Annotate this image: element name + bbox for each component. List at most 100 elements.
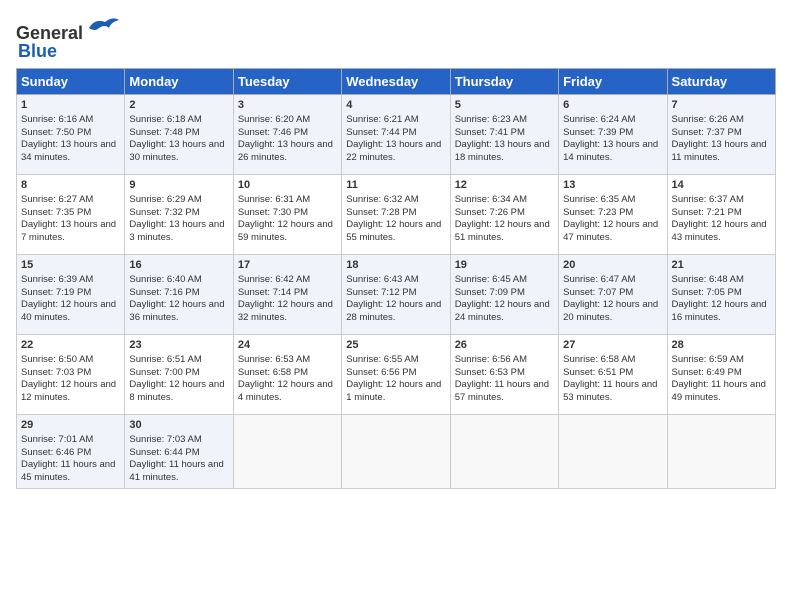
day-number: 19	[455, 258, 554, 273]
day-number: 4	[346, 98, 445, 113]
day-number: 6	[563, 98, 662, 113]
calendar-cell: 17Sunrise: 6:42 AMSunset: 7:14 PMDayligh…	[233, 255, 341, 335]
sunrise: Sunrise: 6:47 AM	[563, 274, 635, 285]
sunset: Sunset: 7:16 PM	[129, 287, 199, 298]
sunrise: Sunrise: 6:20 AM	[238, 114, 310, 125]
calendar-day-header: Wednesday	[342, 69, 450, 95]
daylight: Daylight: 12 hours and 8 minutes.	[129, 379, 224, 403]
calendar-cell	[559, 415, 667, 489]
day-number: 14	[672, 178, 771, 193]
daylight: Daylight: 12 hours and 1 minute.	[346, 379, 441, 403]
logo: General Blue	[16, 16, 121, 62]
day-number: 10	[238, 178, 337, 193]
calendar-cell: 29Sunrise: 7:01 AMSunset: 6:46 PMDayligh…	[17, 415, 125, 489]
calendar-cell: 21Sunrise: 6:48 AMSunset: 7:05 PMDayligh…	[667, 255, 775, 335]
sunset: Sunset: 6:53 PM	[455, 367, 525, 378]
daylight: Daylight: 12 hours and 12 minutes.	[21, 379, 116, 403]
calendar-cell: 2Sunrise: 6:18 AMSunset: 7:48 PMDaylight…	[125, 95, 233, 175]
calendar-cell: 18Sunrise: 6:43 AMSunset: 7:12 PMDayligh…	[342, 255, 450, 335]
calendar-day-header: Thursday	[450, 69, 558, 95]
calendar-cell: 26Sunrise: 6:56 AM Sunset: 6:53 PMDayligh…	[450, 335, 558, 415]
sunset: Sunset: 7:05 PM	[672, 287, 742, 298]
calendar-cell: 13Sunrise: 6:35 AMSunset: 7:23 PMDayligh…	[559, 175, 667, 255]
day-number: 21	[672, 258, 771, 273]
sunrise: Sunrise: 6:53 AM	[238, 354, 310, 365]
calendar-day-header: Tuesday	[233, 69, 341, 95]
sunset: Sunset: 7:41 PM	[455, 127, 525, 138]
sunrise: Sunrise: 6:26 AM	[672, 114, 744, 125]
daylight: Daylight: 12 hours and 24 minutes.	[455, 299, 550, 323]
calendar-day-header: Sunday	[17, 69, 125, 95]
calendar-cell: 3Sunrise: 6:20 AMSunset: 7:46 PMDaylight…	[233, 95, 341, 175]
day-number: 26	[455, 338, 554, 353]
sunset: Sunset: 7:48 PM	[129, 127, 199, 138]
calendar-cell: 22Sunrise: 6:50 AMSunset: 7:03 PMDayligh…	[17, 335, 125, 415]
calendar-cell: 7Sunrise: 6:26 AMSunset: 7:37 PMDaylight…	[667, 95, 775, 175]
sunset: Sunset: 6:44 PM	[129, 447, 199, 458]
calendar-cell: 12Sunrise: 6:34 AMSunset: 7:26 PMDayligh…	[450, 175, 558, 255]
day-number: 18	[346, 258, 445, 273]
calendar-cell	[667, 415, 775, 489]
daylight: Daylight: 11 hours and 53 minutes.	[563, 379, 657, 403]
day-number: 22	[21, 338, 120, 353]
daylight: Daylight: 13 hours and 14 minutes.	[563, 139, 658, 163]
sunrise: Sunrise: 6:21 AM	[346, 114, 418, 125]
calendar-cell: 10Sunrise: 6:31 AMSunset: 7:30 PMDayligh…	[233, 175, 341, 255]
daylight: Daylight: 12 hours and 20 minutes.	[563, 299, 658, 323]
daylight: Daylight: 12 hours and 55 minutes.	[346, 219, 441, 243]
calendar-cell: 23Sunrise: 6:51 AMSunset: 7:00 PMDayligh…	[125, 335, 233, 415]
sunset: Sunset: 7:37 PM	[672, 127, 742, 138]
calendar-cell: 4Sunrise: 6:21 AMSunset: 7:44 PMDaylight…	[342, 95, 450, 175]
day-number: 12	[455, 178, 554, 193]
daylight: Daylight: 12 hours and 4 minutes.	[238, 379, 333, 403]
calendar-cell: 5Sunrise: 6:23 AMSunset: 7:41 PMDaylight…	[450, 95, 558, 175]
day-number: 27	[563, 338, 662, 353]
daylight: Daylight: 13 hours and 3 minutes.	[129, 219, 224, 243]
sunrise: Sunrise: 6:51 AM	[129, 354, 201, 365]
sunset: Sunset: 6:51 PM	[563, 367, 633, 378]
sunset: Sunset: 7:00 PM	[129, 367, 199, 378]
sunrise: Sunrise: 6:37 AM	[672, 194, 744, 205]
calendar-cell: 6Sunrise: 6:24 AM Sunset: 7:39 PMDaylight…	[559, 95, 667, 175]
daylight: Daylight: 11 hours and 41 minutes.	[129, 459, 223, 483]
calendar-day-header: Friday	[559, 69, 667, 95]
daylight: Daylight: 12 hours and 47 minutes.	[563, 219, 658, 243]
calendar-cell: 27Sunrise: 6:58 AM Sunset: 6:51 PMDayligh…	[559, 335, 667, 415]
daylight: Daylight: 12 hours and 40 minutes.	[21, 299, 116, 323]
sunrise: Sunrise: 6:55 AM	[346, 354, 418, 365]
daylight: Daylight: 12 hours and 59 minutes.	[238, 219, 333, 243]
calendar-cell: 1Sunrise: 6:16 AMSunset: 7:50 PMDaylight…	[17, 95, 125, 175]
calendar-cell: 9Sunrise: 6:29 AMSunset: 7:32 PMDaylight…	[125, 175, 233, 255]
sunrise: Sunrise: 6:32 AM	[346, 194, 418, 205]
sunrise: Sunrise: 6:18 AM	[129, 114, 201, 125]
day-number: 20	[563, 258, 662, 273]
sunrise: Sunrise: 6:43 AM	[346, 274, 418, 285]
page-header: General Blue	[16, 16, 776, 62]
day-number: 3	[238, 98, 337, 113]
sunset: Sunset: 7:32 PM	[129, 207, 199, 218]
calendar-cell: 14Sunrise: 6:37 AMSunset: 7:21 PMDayligh…	[667, 175, 775, 255]
day-number: 16	[129, 258, 228, 273]
calendar-header-row: SundayMondayTuesdayWednesdayThursdayFrid…	[17, 69, 776, 95]
sunset: Sunset: 6:49 PM	[672, 367, 742, 378]
calendar-cell: 25Sunrise: 6:55 AMSunset: 6:56 PMDayligh…	[342, 335, 450, 415]
sunset: Sunset: 7:39 PM	[563, 127, 633, 138]
calendar-cell: 19Sunrise: 6:45 AMSunset: 7:09 PMDayligh…	[450, 255, 558, 335]
sunset: Sunset: 6:46 PM	[21, 447, 91, 458]
sunrise: Sunrise: 7:03 AM	[129, 434, 201, 445]
calendar-cell: 11Sunrise: 6:32 AMSunset: 7:28 PMDayligh…	[342, 175, 450, 255]
sunrise: Sunrise: 6:58 AM	[563, 354, 635, 365]
sunrise: Sunrise: 6:24 AM	[563, 114, 635, 125]
daylight: Daylight: 11 hours and 57 minutes.	[455, 379, 549, 403]
daylight: Daylight: 12 hours and 43 minutes.	[672, 219, 767, 243]
sunset: Sunset: 7:14 PM	[238, 287, 308, 298]
day-number: 2	[129, 98, 228, 113]
sunset: Sunset: 7:03 PM	[21, 367, 91, 378]
sunrise: Sunrise: 6:56 AM	[455, 354, 527, 365]
sunrise: Sunrise: 6:39 AM	[21, 274, 93, 285]
sunset: Sunset: 6:58 PM	[238, 367, 308, 378]
sunrise: Sunrise: 6:29 AM	[129, 194, 201, 205]
day-number: 8	[21, 178, 120, 193]
sunset: Sunset: 7:07 PM	[563, 287, 633, 298]
sunrise: Sunrise: 6:42 AM	[238, 274, 310, 285]
